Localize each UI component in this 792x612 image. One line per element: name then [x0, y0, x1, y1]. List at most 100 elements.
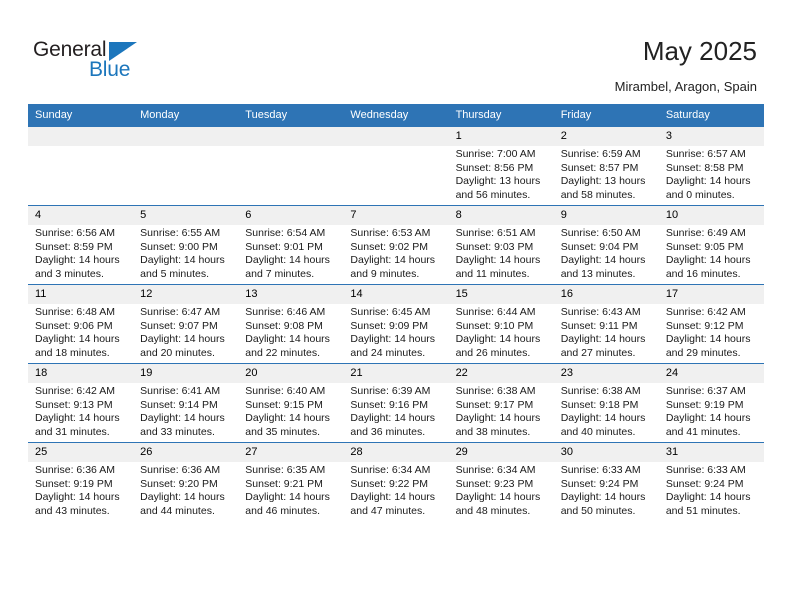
daylight-duration-line2: and 18 minutes. [35, 346, 110, 359]
daylight-duration-line1: Daylight: 14 hours [560, 333, 646, 346]
weekday-header-saturday: Saturday [658, 104, 764, 127]
day-number: 11 [28, 285, 134, 304]
sunrise-time: Sunrise: 6:44 AM [455, 306, 536, 318]
calendar-day-cell[interactable]: 15 Sunrise: 6:44 AM Sunset: 9:10 PM Dayligh… [448, 284, 554, 364]
sunset-time: Sunset: 9:02 PM [350, 240, 429, 253]
general-blue-logo[interactable]: General Blue [33, 38, 158, 84]
calendar-day-cell[interactable]: 2 Sunrise: 6:59 AM Sunset: 8:57 PM Daylight… [553, 126, 659, 206]
sunrise-time: Sunrise: 6:53 AM [350, 227, 431, 239]
day-sun-info: Sunrise: 6:38 AM Sunset: 9:17 PM Daylight:… [449, 383, 554, 439]
sunset-time: Sunset: 9:01 PM [245, 240, 323, 253]
day-number: 19 [133, 364, 239, 383]
calendar-day-cell[interactable]: 7 Sunrise: 6:53 AM Sunset: 9:02 PM Daylight… [343, 205, 449, 285]
calendar-day-cell[interactable]: 24 Sunrise: 6:37 AM Sunset: 9:19 PM Dayligh… [658, 363, 764, 443]
calendar-day-cell[interactable]: 3 Sunrise: 6:57 AM Sunset: 8:58 PM Daylight… [658, 126, 764, 206]
calendar-week-row: 4 Sunrise: 6:56 AM Sunset: 8:59 PM Daylight… [28, 205, 764, 285]
calendar-day-cell[interactable]: 22 Sunrise: 6:38 AM Sunset: 9:17 PM Dayligh… [448, 363, 554, 443]
daylight-duration-line1: Daylight: 14 hours [140, 333, 225, 346]
daylight-duration-line2: and 7 minutes. [245, 267, 315, 280]
sunrise-time: Sunrise: 6:49 AM [665, 227, 746, 239]
daylight-duration-line1: Daylight: 14 hours [245, 491, 330, 504]
day-number: 31 [658, 443, 764, 462]
day-sun-info: Sunrise: 6:46 AM Sunset: 9:08 PM Daylight:… [238, 304, 343, 360]
day-number: 9 [553, 206, 659, 225]
day-number: 1 [448, 127, 554, 146]
daylight-duration-line1: Daylight: 14 hours [140, 254, 225, 267]
sunrise-time: Sunrise: 6:34 AM [455, 464, 536, 476]
day-number: 23 [553, 364, 659, 383]
calendar-day-cell[interactable]: 11 Sunrise: 6:48 AM Sunset: 9:06 PM Dayligh… [28, 284, 134, 364]
calendar-body: 1 Sunrise: 7:00 AM Sunset: 8:56 PM Daylight… [28, 126, 764, 521]
sunrise-time: Sunrise: 6:38 AM [455, 385, 536, 397]
sunset-time: Sunset: 9:21 PM [245, 477, 323, 490]
calendar-day-cell[interactable]: 8 Sunrise: 6:51 AM Sunset: 9:03 PM Daylight… [448, 205, 554, 285]
daylight-duration-line1: Daylight: 14 hours [245, 254, 330, 267]
calendar-day-cell[interactable]: 20 Sunrise: 6:40 AM Sunset: 9:15 PM Dayligh… [238, 363, 344, 443]
daylight-duration-line2: and 20 minutes. [140, 346, 215, 359]
day-number [343, 127, 449, 146]
calendar-day-cell[interactable]: 28 Sunrise: 6:34 AM Sunset: 9:22 PM Dayligh… [343, 442, 449, 521]
calendar-day-cell[interactable]: 16 Sunrise: 6:43 AM Sunset: 9:11 PM Dayligh… [553, 284, 659, 364]
day-number: 30 [553, 443, 659, 462]
daylight-duration-line2: and 5 minutes. [140, 267, 210, 280]
sunrise-time: Sunrise: 6:43 AM [560, 306, 641, 318]
day-number: 15 [448, 285, 554, 304]
daylight-duration-line2: and 36 minutes. [350, 425, 426, 438]
day-sun-info: Sunrise: 7:00 AM Sunset: 8:56 PM Daylight:… [449, 146, 554, 202]
day-number: 24 [658, 364, 764, 383]
daylight-duration-line2: and 38 minutes. [455, 425, 531, 438]
calendar-day-cell[interactable]: 27 Sunrise: 6:35 AM Sunset: 9:21 PM Dayligh… [238, 442, 344, 521]
day-number: 5 [133, 206, 239, 225]
calendar-day-cell[interactable]: 25 Sunrise: 6:36 AM Sunset: 9:19 PM Dayligh… [28, 442, 134, 521]
sunset-time: Sunset: 9:13 PM [35, 398, 113, 411]
daylight-duration-line2: and 27 minutes. [560, 346, 636, 359]
day-sun-info: Sunrise: 6:47 AM Sunset: 9:07 PM Daylight:… [133, 304, 238, 360]
calendar-day-cell[interactable]: 26 Sunrise: 6:36 AM Sunset: 9:20 PM Dayligh… [133, 442, 239, 521]
calendar-day-cell[interactable]: 19 Sunrise: 6:41 AM Sunset: 9:14 PM Dayligh… [133, 363, 239, 443]
daylight-duration-line1: Daylight: 14 hours [665, 412, 751, 425]
day-sun-info: Sunrise: 6:49 AM Sunset: 9:05 PM Daylight:… [659, 225, 764, 281]
calendar-day-cell-empty [343, 126, 449, 206]
calendar-day-cell[interactable]: 17 Sunrise: 6:42 AM Sunset: 9:12 PM Dayligh… [658, 284, 764, 364]
sunset-time: Sunset: 9:24 PM [665, 477, 744, 490]
calendar-day-cell[interactable]: 30 Sunrise: 6:33 AM Sunset: 9:24 PM Dayligh… [553, 442, 659, 521]
sunrise-time: Sunrise: 6:36 AM [35, 464, 115, 476]
calendar-day-cell[interactable]: 10 Sunrise: 6:49 AM Sunset: 9:05 PM Dayligh… [658, 205, 764, 285]
daylight-duration-line2: and 40 minutes. [560, 425, 636, 438]
day-sun-info: Sunrise: 6:57 AM Sunset: 8:58 PM Daylight:… [659, 146, 764, 202]
day-number: 4 [28, 206, 134, 225]
calendar-day-cell[interactable]: 1 Sunrise: 7:00 AM Sunset: 8:56 PM Daylight… [448, 126, 554, 206]
calendar-day-cell[interactable]: 6 Sunrise: 6:54 AM Sunset: 9:01 PM Daylight… [238, 205, 344, 285]
calendar-day-cell[interactable]: 31 Sunrise: 6:33 AM Sunset: 9:24 PM Dayligh… [658, 442, 764, 521]
calendar-day-cell[interactable]: 5 Sunrise: 6:55 AM Sunset: 9:00 PM Daylight… [133, 205, 239, 285]
day-sun-info: Sunrise: 6:43 AM Sunset: 9:11 PM Daylight:… [554, 304, 659, 360]
daylight-duration-line2: and 11 minutes. [455, 267, 530, 280]
daylight-duration-line2: and 26 minutes. [455, 346, 531, 359]
calendar-day-cell[interactable]: 12 Sunrise: 6:47 AM Sunset: 9:07 PM Dayligh… [133, 284, 239, 364]
calendar-day-cell[interactable]: 9 Sunrise: 6:50 AM Sunset: 9:04 PM Daylight… [553, 205, 659, 285]
calendar-day-cell[interactable]: 13 Sunrise: 6:46 AM Sunset: 9:08 PM Dayligh… [238, 284, 344, 364]
sunset-time: Sunset: 9:23 PM [455, 477, 534, 490]
sunset-time: Sunset: 9:05 PM [665, 240, 744, 253]
day-sun-info: Sunrise: 6:42 AM Sunset: 9:13 PM Daylight:… [28, 383, 133, 439]
calendar-day-cell[interactable]: 18 Sunrise: 6:42 AM Sunset: 9:13 PM Dayligh… [28, 363, 134, 443]
logo-text-blue: Blue [89, 58, 131, 81]
daylight-duration-line2: and 9 minutes. [350, 267, 420, 280]
day-sun-info: Sunrise: 6:35 AM Sunset: 9:21 PM Daylight:… [238, 462, 343, 518]
daylight-duration-line1: Daylight: 14 hours [560, 412, 646, 425]
sunrise-time: Sunrise: 6:59 AM [560, 148, 641, 160]
daylight-duration-line2: and 0 minutes. [665, 188, 735, 201]
calendar-day-cell[interactable]: 14 Sunrise: 6:45 AM Sunset: 9:09 PM Dayligh… [343, 284, 449, 364]
sunrise-time: Sunrise: 6:55 AM [140, 227, 221, 239]
day-sun-info: Sunrise: 6:36 AM Sunset: 9:19 PM Daylight:… [28, 462, 133, 518]
sunrise-time: Sunrise: 6:50 AM [560, 227, 641, 239]
calendar-day-cell[interactable]: 21 Sunrise: 6:39 AM Sunset: 9:16 PM Dayligh… [343, 363, 449, 443]
calendar-day-cell[interactable]: 4 Sunrise: 6:56 AM Sunset: 8:59 PM Daylight… [28, 205, 134, 285]
day-sun-info: Sunrise: 6:40 AM Sunset: 9:15 PM Daylight:… [238, 383, 343, 439]
calendar-day-cell-empty [28, 126, 134, 206]
sunrise-time: Sunrise: 6:34 AM [350, 464, 431, 476]
day-number: 12 [133, 285, 239, 304]
day-number: 18 [28, 364, 134, 383]
calendar-day-cell[interactable]: 29 Sunrise: 6:34 AM Sunset: 9:23 PM Dayligh… [448, 442, 554, 521]
calendar-day-cell[interactable]: 23 Sunrise: 6:38 AM Sunset: 9:18 PM Dayligh… [553, 363, 659, 443]
